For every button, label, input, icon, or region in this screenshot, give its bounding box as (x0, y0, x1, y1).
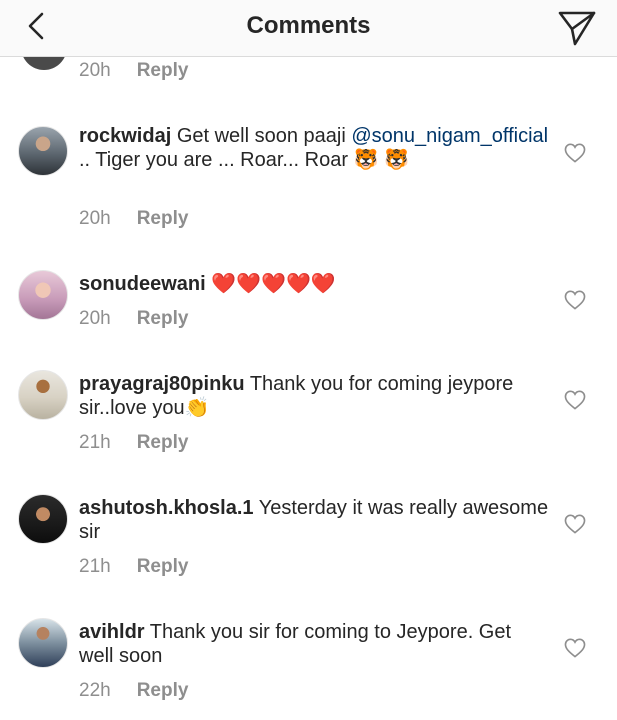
comment-time: 21h (79, 432, 111, 453)
comment-text: rockwidaj Get well soon paaji @sonu_niga… (79, 125, 549, 171)
avatar[interactable] (18, 126, 68, 176)
heart-outline-icon[interactable] (564, 390, 586, 410)
comment-text: sonudeewani ❤️❤️❤️❤️❤️ (79, 273, 336, 295)
comment-time: 20h (79, 60, 111, 81)
heart-outline-icon[interactable] (564, 638, 586, 658)
reply-button[interactable]: Reply (137, 556, 189, 578)
reply-button[interactable]: Reply (137, 680, 189, 702)
comments-list: 20h Reply rockwidaj Get well soon paaji … (0, 0, 617, 720)
comment-meta: 20h Reply (79, 60, 188, 82)
comment-meta: 20h Reply (79, 308, 188, 330)
reply-button[interactable]: Reply (137, 208, 189, 230)
avatar[interactable] (18, 370, 68, 420)
comment-username[interactable]: ashutosh.khosla.1 (79, 497, 254, 519)
comment-time: 22h (79, 680, 111, 701)
avatar[interactable] (18, 270, 68, 320)
heart-outline-icon[interactable] (564, 143, 586, 163)
avatar[interactable] (18, 618, 68, 668)
comment-meta: 21h Reply (79, 432, 188, 454)
comment-text: avihldr Thank you sir for coming to Jeyp… (79, 621, 512, 667)
comment-username[interactable]: avihldr (79, 621, 145, 643)
comment-username[interactable]: prayagraj80pinku (79, 373, 245, 395)
comment-meta: 22h Reply (79, 680, 188, 702)
heart-outline-icon[interactable] (564, 290, 586, 310)
mention-link[interactable]: @sonu_nigam_official (351, 125, 548, 147)
heart-outline-icon[interactable] (564, 514, 586, 534)
reply-button[interactable]: Reply (137, 60, 189, 82)
paper-plane-icon[interactable] (555, 6, 599, 50)
comment-time: 20h (79, 208, 111, 229)
reply-button[interactable]: Reply (137, 308, 189, 330)
page-title: Comments (246, 12, 371, 39)
reply-button[interactable]: Reply (137, 432, 189, 454)
comment-text: prayagraj80pinku Thank you for coming je… (79, 373, 514, 419)
avatar[interactable] (18, 494, 68, 544)
comment-username[interactable]: rockwidaj (79, 125, 171, 147)
comment-meta: 21h Reply (79, 556, 188, 578)
comment-meta: 20h Reply (79, 208, 188, 230)
comment-time: 20h (79, 308, 111, 329)
header: Comments (0, 0, 617, 57)
comment-time: 21h (79, 556, 111, 577)
comment-text: ashutosh.khosla.1 Yesterday it was reall… (79, 497, 549, 543)
comment-username[interactable]: sonudeewani (79, 273, 206, 295)
